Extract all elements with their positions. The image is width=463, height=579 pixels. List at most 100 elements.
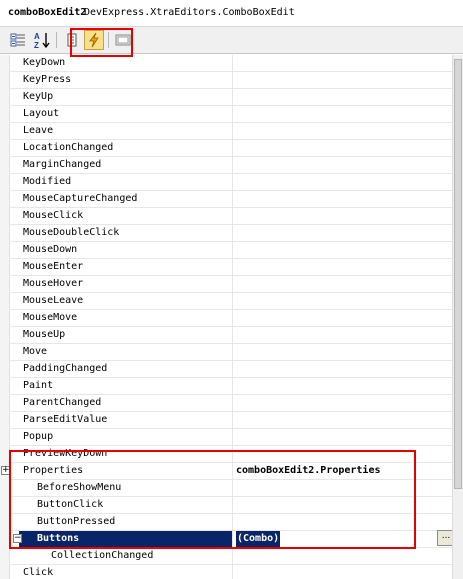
toolbar-separator (108, 32, 109, 48)
grid-row[interactable]: MouseUp (10, 327, 452, 344)
grid-row[interactable]: ParentChanged (10, 395, 452, 412)
grid-row[interactable]: MouseHover (10, 276, 452, 293)
categorized-icon (10, 33, 25, 47)
property-value-cell[interactable] (232, 208, 452, 224)
property-name: MouseDoubleClick (23, 227, 120, 238)
property-value-cell[interactable] (232, 310, 452, 326)
property-name: MouseUp (23, 329, 66, 340)
object-type: DevExpress.XtraEditors.ComboBoxEdit (84, 7, 295, 18)
property-name: ButtonClick (37, 499, 104, 510)
property-value-cell[interactable] (232, 225, 452, 241)
grid-row[interactable]: Click (10, 565, 452, 579)
grid-row[interactable]: KeyUp (10, 89, 452, 106)
property-value-cell[interactable] (232, 361, 452, 377)
property-value-cell[interactable] (232, 106, 452, 122)
grid-row[interactable]: PreviewKeyDown (10, 446, 452, 463)
property-value-cell[interactable] (232, 344, 452, 360)
property-toolbar: A Z (0, 27, 463, 54)
grid-row[interactable]: MouseMove (10, 310, 452, 327)
events-button[interactable] (84, 30, 104, 50)
grid-row[interactable]: KeyPress (10, 72, 452, 89)
grid-row[interactable]: MouseEnter (10, 259, 452, 276)
property-value-cell[interactable] (232, 191, 452, 207)
property-value-cell[interactable] (232, 140, 452, 156)
expand-plus-icon[interactable]: + (1, 466, 10, 475)
property-value-cell[interactable] (232, 293, 452, 309)
property-name: ButtonPressed (37, 516, 116, 527)
grid-row[interactable]: + Properties comboBoxEdit2.Properties (1, 463, 452, 480)
grid-row[interactable]: KeyDown (10, 55, 452, 72)
property-name: ParseEditValue (23, 414, 108, 425)
grid-row[interactable]: CollectionChanged (10, 548, 452, 565)
grid-row-selected[interactable]: − Buttons (Combo) (10, 531, 452, 548)
property-name: MouseLeave (23, 295, 84, 306)
grid-row[interactable]: MouseClick (10, 208, 452, 225)
grid-row[interactable]: ButtonClick (10, 497, 452, 514)
properties-button[interactable] (62, 30, 82, 50)
property-name: PaddingChanged (23, 363, 108, 374)
property-name: KeyPress (23, 74, 72, 85)
property-value-cell[interactable] (232, 378, 452, 394)
grid-row[interactable]: BeforeShowMenu (10, 480, 452, 497)
alphabetical-button[interactable]: A Z (32, 30, 52, 50)
property-name: Popup (23, 431, 54, 442)
categorized-button[interactable] (8, 30, 28, 50)
property-value-cell[interactable] (232, 446, 452, 462)
property-name: Click (23, 567, 54, 578)
property-name: MouseMove (23, 312, 78, 323)
collapse-minus-icon[interactable]: − (13, 534, 22, 543)
property-value-cell[interactable] (232, 548, 452, 564)
property-value-cell[interactable] (232, 412, 452, 428)
property-value-cell[interactable] (232, 259, 452, 275)
grid-row[interactable]: Leave (10, 123, 452, 140)
property-value-cell[interactable] (232, 395, 452, 411)
vertical-scrollbar[interactable] (452, 55, 463, 579)
property-value-cell[interactable] (232, 72, 452, 88)
property-value-cell[interactable] (232, 157, 452, 173)
grid-row[interactable]: ParseEditValue (10, 412, 452, 429)
grid-row[interactable]: MouseDoubleClick (10, 225, 452, 242)
property-value-cell[interactable] (232, 242, 452, 258)
property-name: PreviewKeyDown (23, 448, 108, 459)
grid-row[interactable]: MouseDown (10, 242, 452, 259)
property-name: MouseDown (23, 244, 78, 255)
alphabetical-az-icon: A Z (34, 32, 50, 49)
property-name: Properties (23, 465, 84, 476)
scrollbar-thumb[interactable] (454, 59, 462, 489)
property-value-cell[interactable] (232, 514, 452, 530)
property-pages-icon (115, 34, 131, 46)
property-value-cell[interactable] (232, 429, 452, 445)
grid-row[interactable]: MarginChanged (10, 157, 452, 174)
property-name: MouseCaptureChanged (23, 193, 138, 204)
property-name: MarginChanged (23, 159, 102, 170)
property-value-cell[interactable] (232, 55, 452, 71)
object-header: comboBoxEdit2 DevExpress.XtraEditors.Com… (0, 0, 463, 27)
grid-row[interactable]: ButtonPressed (10, 514, 452, 531)
object-name: comboBoxEdit2 (8, 7, 87, 18)
grid-row[interactable]: PaddingChanged (10, 361, 452, 378)
lightning-events-icon (89, 32, 99, 48)
property-value-cell[interactable] (232, 565, 452, 579)
property-name: KeyUp (23, 91, 54, 102)
grid-row[interactable]: MouseCaptureChanged (10, 191, 452, 208)
grid-row[interactable]: Modified (10, 174, 452, 191)
grid-left-margin (0, 55, 10, 579)
grid-row[interactable]: Paint (10, 378, 452, 395)
grid-row[interactable]: Popup (10, 429, 452, 446)
grid-row[interactable]: MouseLeave (10, 293, 452, 310)
grid-row[interactable]: Move (10, 344, 452, 361)
grid-row[interactable]: LocationChanged (10, 140, 452, 157)
property-value-cell[interactable] (232, 89, 452, 105)
grid-row[interactable]: Layout (10, 106, 452, 123)
property-value-cell[interactable] (232, 480, 452, 496)
property-pages-button[interactable] (113, 30, 133, 50)
property-value-cell[interactable] (232, 327, 452, 343)
property-value-cell[interactable] (232, 276, 452, 292)
property-value-cell[interactable] (232, 174, 452, 190)
property-value-cell[interactable] (232, 123, 452, 139)
property-name: BeforeShowMenu (37, 482, 122, 493)
property-value: (Combo) (236, 531, 281, 547)
property-value: comboBoxEdit2.Properties (236, 465, 381, 476)
property-value-cell[interactable] (232, 497, 452, 513)
property-name: Paint (23, 380, 54, 391)
